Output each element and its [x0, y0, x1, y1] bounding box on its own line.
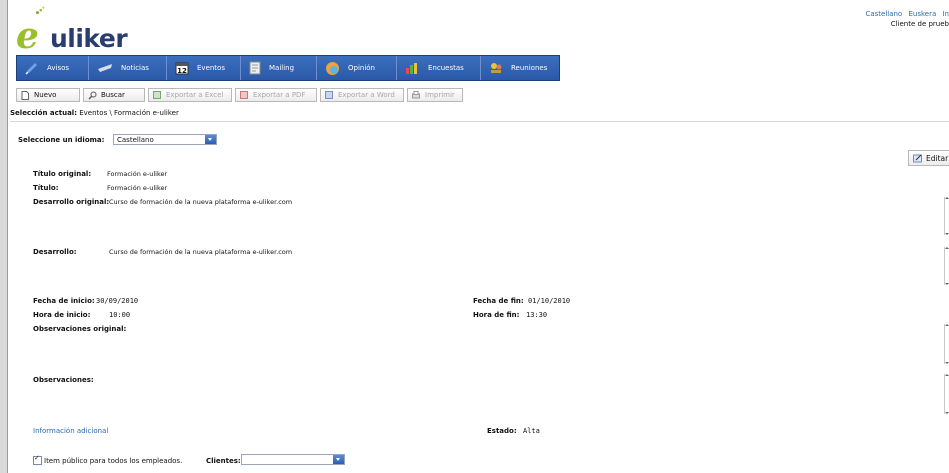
- titulo-value: Formación e-uliker: [107, 184, 168, 192]
- edit-icon: [913, 154, 922, 162]
- export-word-button[interactable]: Exportar a Word: [320, 88, 404, 102]
- buscar-button[interactable]: Buscar: [83, 88, 145, 102]
- estado-value: Alta: [523, 427, 540, 435]
- desarrollo-value: Curso de formación de la nueva plataform…: [109, 248, 293, 256]
- estado-label: Estado:: [487, 427, 517, 435]
- lang-link-euskera[interactable]: Euskera: [908, 10, 936, 18]
- search-icon: [88, 91, 97, 100]
- publico-label: Item público para todos los empleados.: [44, 457, 183, 465]
- desarrollo-original-value: Curso de formación de la nueva plataform…: [109, 198, 293, 206]
- main-nav: Avisos Noticias 12 Eventos Mailing Opini…: [16, 55, 560, 81]
- nav-label: Opinión: [348, 64, 375, 72]
- mailing-icon: [249, 61, 261, 75]
- export-excel-button[interactable]: Exportar a Excel: [148, 88, 232, 102]
- calendar-icon: 12: [175, 62, 189, 75]
- divider: [10, 121, 949, 122]
- breadcrumb-label: Selección actual:: [10, 109, 77, 117]
- word-label: Exportar a Word: [338, 91, 395, 99]
- megaphone-icon: [25, 63, 37, 75]
- opinion-icon: [326, 61, 339, 75]
- chevron-down-icon[interactable]: [333, 455, 344, 464]
- desarrollo-scrollbar[interactable]: [944, 247, 949, 285]
- survey-icon: [406, 62, 417, 74]
- nuevo-button[interactable]: Nuevo: [16, 88, 80, 102]
- toolbar: Nuevo Buscar Exportar a Excel Exportar a…: [16, 88, 463, 102]
- obs-original-scrollbar[interactable]: [944, 324, 949, 364]
- language-links: Castellano Euskera In: [861, 9, 949, 19]
- obs-scrollbar[interactable]: [944, 374, 949, 414]
- desarrollo-label: Desarrollo:: [33, 248, 77, 256]
- new-document-icon: [21, 91, 29, 100]
- excel-label: Exportar a Excel: [166, 91, 224, 99]
- pdf-label: Exportar a PDF: [253, 91, 306, 99]
- desarrollo-original-scrollbar[interactable]: [944, 197, 949, 235]
- logo-text: uliker: [50, 24, 128, 53]
- window-frame-left: [0, 0, 8, 473]
- logo: e uliker: [14, 6, 134, 54]
- titulo-label: Título:: [33, 184, 59, 192]
- imprimir-label: Imprimir: [425, 91, 455, 99]
- observaciones-label: Observaciones:: [33, 376, 94, 384]
- breadcrumb-path: Eventos \ Formación e-uliker: [79, 109, 179, 117]
- fecha-inicio-label: Fecha de inicio:: [33, 297, 95, 305]
- editar-button[interactable]: Editar: [908, 150, 949, 166]
- language-select[interactable]: Castellano: [113, 134, 217, 145]
- news-icon: [98, 64, 112, 72]
- nav-label: Eventos: [197, 64, 225, 72]
- nav-item-noticias[interactable]: Noticias: [89, 56, 167, 80]
- export-pdf-button[interactable]: Exportar a PDF: [235, 88, 317, 102]
- clientes-label: Clientes:: [206, 457, 241, 465]
- top-right-panel: Castellano Euskera In Cliente de prueb: [861, 9, 949, 29]
- pdf-icon: [240, 91, 248, 99]
- editar-label: Editar: [926, 153, 949, 163]
- logo-letter: e: [16, 15, 39, 57]
- client-name: Cliente de prueb: [890, 20, 949, 28]
- word-icon: [325, 91, 333, 99]
- desarrollo-original-label: Desarrollo original:: [33, 198, 110, 206]
- lang-link-in[interactable]: In: [942, 10, 949, 18]
- lang-link-castellano[interactable]: Castellano: [865, 10, 902, 18]
- nav-item-encuestas[interactable]: Encuestas: [397, 56, 481, 80]
- buscar-label: Buscar: [101, 91, 125, 99]
- fecha-inicio-value: 30/09/2010: [96, 297, 139, 305]
- chevron-down-icon[interactable]: [205, 135, 216, 144]
- fecha-fin-value: 01/10/2010: [528, 297, 571, 305]
- print-icon: [412, 91, 420, 99]
- titulo-original-value: Formación e-uliker: [107, 170, 168, 178]
- nav-item-reuniones[interactable]: Reuniones: [481, 56, 559, 80]
- nav-label: Noticias: [121, 64, 149, 72]
- nav-item-avisos[interactable]: Avisos: [17, 56, 89, 80]
- meeting-icon: [491, 63, 502, 73]
- imprimir-button[interactable]: Imprimir: [407, 88, 463, 102]
- clientes-select[interactable]: [241, 454, 345, 465]
- nav-label: Encuestas: [428, 64, 464, 72]
- language-select-label: Seleccione un idioma:: [18, 136, 105, 144]
- language-select-value: Castellano: [117, 136, 154, 144]
- hora-inicio-label: Hora de inicio:: [33, 311, 91, 319]
- nav-label: Mailing: [269, 64, 295, 72]
- nav-item-mailing[interactable]: Mailing: [241, 56, 317, 80]
- nav-label: Avisos: [47, 64, 70, 72]
- nuevo-label: Nuevo: [34, 91, 57, 99]
- breadcrumb: Selección actual: Eventos \ Formación e-…: [10, 109, 179, 117]
- titulo-original-label: Título original:: [33, 170, 92, 178]
- hora-inicio-value: 10:00: [109, 311, 131, 319]
- informacion-adicional-link[interactable]: Información adicional: [33, 427, 108, 435]
- hora-fin-label: Hora de fin:: [473, 311, 520, 319]
- nav-item-eventos[interactable]: 12 Eventos: [167, 56, 241, 80]
- excel-icon: [153, 91, 161, 99]
- nav-label: Reuniones: [511, 64, 548, 72]
- fecha-fin-label: Fecha de fin:: [473, 297, 524, 305]
- hora-fin-value: 13:30: [526, 311, 548, 319]
- observaciones-original-label: Observaciones original:: [33, 325, 127, 333]
- svg-text:12: 12: [177, 67, 187, 75]
- publico-checkbox[interactable]: [33, 454, 42, 465]
- nav-item-opinion[interactable]: Opinión: [317, 56, 397, 80]
